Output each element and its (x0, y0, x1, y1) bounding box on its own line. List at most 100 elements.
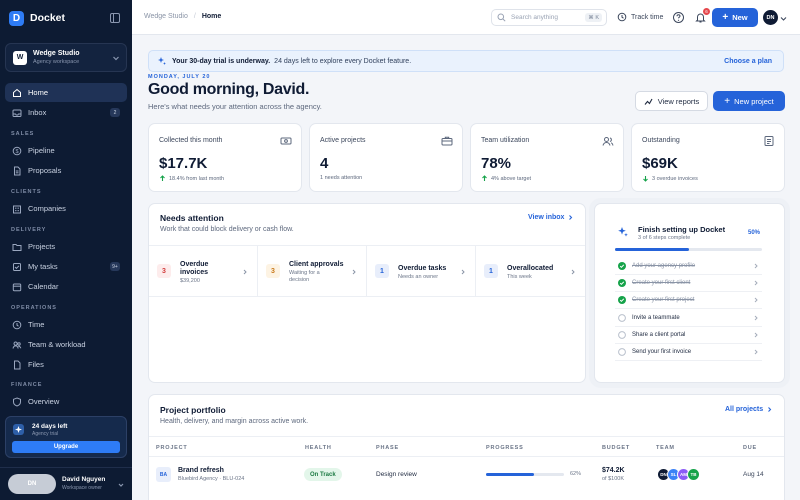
setup-step[interactable]: Invite a teammate (615, 310, 762, 327)
attention-count: 3 (157, 264, 171, 278)
chevron-right-icon (352, 269, 356, 275)
upgrade-button[interactable]: Upgrade (12, 441, 120, 453)
chevron-right-icon (569, 215, 573, 220)
inbox-count-badge: 2 (110, 108, 120, 117)
attention-detail: Needs an owner (398, 274, 439, 280)
sidebar-item-my-tasks[interactable]: My tasks 9+ (5, 257, 127, 276)
column-header-budget[interactable]: BUDGET (602, 445, 630, 451)
sidebar-item-overview[interactable]: Overview (5, 392, 127, 411)
kpi-note: 1 needs attention (320, 175, 362, 181)
choose-plan-link[interactable]: Choose a plan (724, 58, 772, 65)
setup-step-label: Create your first client (632, 280, 691, 287)
plus-icon: + (722, 12, 729, 23)
chevron-right-icon (753, 315, 759, 321)
avatar[interactable]: DN (763, 10, 778, 25)
new-project-button[interactable]: + New project (713, 91, 785, 111)
column-header-phase[interactable]: PHASE (376, 445, 399, 451)
attention-title: Overdue tasks (398, 265, 447, 272)
new-button-label: New (732, 13, 748, 22)
attention-item-client-approvals[interactable]: 3 Client approvals Waiting for a decisio… (258, 245, 367, 297)
all-projects-link[interactable]: All projects (725, 406, 773, 413)
arrow-up-icon (160, 175, 165, 181)
sidebar-item-label: Companies (28, 204, 66, 213)
sidebar-item-projects[interactable]: Projects (5, 237, 127, 256)
sidebar-item-label: Calendar (28, 282, 59, 291)
sidebar-item-inbox[interactable]: Inbox 2 (5, 103, 127, 122)
workspace-subtitle: Agency workspace (33, 59, 80, 65)
attention-item-overallocated[interactable]: 1 Overallocated This week (476, 245, 585, 297)
sidebar-item-home[interactable]: Home (5, 83, 127, 102)
column-header-due[interactable]: DUE (743, 445, 757, 451)
setup-title: Finish setting up Docket (638, 225, 726, 234)
shield-icon (13, 396, 21, 407)
setup-step[interactable]: Create your first project (615, 292, 762, 310)
check-circle-icon (618, 279, 626, 288)
view-reports-button[interactable]: View reports (635, 91, 708, 111)
chevron-right-icon (753, 297, 759, 303)
sidebar-item-label: Files (28, 360, 44, 369)
sidebar-item-pipeline[interactable]: $ Pipeline (5, 141, 127, 160)
setup-step[interactable]: Create your first client (615, 275, 762, 293)
workspace-name: Wedge Studio (33, 50, 80, 57)
chevron-down-icon[interactable] (780, 15, 787, 22)
project-name[interactable]: Brand refresh (178, 467, 224, 474)
breadcrumb-parent[interactable]: Wedge Studio (144, 13, 188, 20)
sidebar-item-label: Projects (28, 242, 56, 251)
kpi-card-utilization[interactable]: Team utilization 78% 4% above target (470, 123, 624, 192)
kpi-card-outstanding[interactable]: Outstanding $69K 3 overdue invoices (631, 123, 785, 192)
setup-step[interactable]: Send your first invoice (615, 344, 762, 361)
help-icon[interactable] (672, 11, 685, 24)
kpi-value: 4 (320, 155, 329, 172)
new-button[interactable]: + New (712, 8, 758, 27)
sidebar-item-companies[interactable]: Companies (5, 199, 127, 218)
kpi-card-collected[interactable]: Collected this month $17.7K 18.4% from l… (148, 123, 302, 192)
sparkle-icon (618, 227, 628, 237)
sidebar-item-team-workload[interactable]: Team & workload (5, 335, 127, 354)
calendar-icon (12, 283, 22, 291)
empty-circle-icon (618, 313, 626, 322)
view-inbox-link[interactable]: View inbox (528, 214, 574, 221)
table-row[interactable]: BA Brand refresh Bluebird Agency · BLU-0… (149, 456, 784, 492)
section-subtitle: Work that could block delivery or cash f… (160, 226, 294, 233)
workspace-switcher[interactable]: W Wedge Studio Agency workspace (5, 43, 127, 72)
track-time-button[interactable]: Track time (617, 12, 663, 22)
page-subtitle: Here's what needs your attention across … (148, 102, 322, 111)
attention-item-overdue-invoices[interactable]: 3 Overdue invoices $39,200 (149, 245, 258, 297)
brand[interactable]: D Docket (9, 10, 65, 26)
kpi-note-text: 18.4% from last month (169, 175, 225, 182)
section-label-clients: CLIENTS (11, 189, 42, 195)
column-header-project[interactable]: PROJECT (156, 445, 188, 451)
setup-step[interactable]: Add your agency profile (615, 258, 762, 275)
attention-count: 1 (375, 264, 389, 278)
section-label-delivery: DELIVERY (11, 227, 47, 233)
search-input[interactable]: Search anything ⌘ K (491, 9, 607, 26)
users-icon (602, 137, 614, 146)
setup-step-label: Send your first invoice (632, 349, 692, 355)
topbar: Wedge Studio / Home Search anything ⌘ K Tr… (132, 0, 800, 35)
sidebar-collapse-icon[interactable] (109, 12, 121, 24)
column-header-progress[interactable]: PROGRESS (486, 445, 524, 451)
project-progress-bar (486, 473, 564, 476)
attention-item-overdue-tasks[interactable]: 1 Overdue tasks Needs an owner (367, 245, 476, 297)
column-header-team[interactable]: TEAM (656, 445, 675, 451)
sidebar-item-calendar[interactable]: Calendar (5, 277, 127, 296)
setup-step-label: Invite a teammate (632, 314, 680, 321)
setup-step[interactable]: Share a client portal (615, 327, 762, 344)
column-header-health[interactable]: HEALTH (305, 445, 332, 451)
sidebar-item-files[interactable]: Files (5, 355, 127, 374)
user-menu[interactable]: DN David Nguyen Workspace owner (0, 467, 132, 500)
sidebar-item-time[interactable]: Time (5, 315, 127, 334)
section-label-operations: OPERATIONS (11, 305, 57, 311)
setup-step-label: Share a client portal (632, 331, 686, 338)
attention-title: Overdue (180, 261, 209, 268)
chevron-right-icon (243, 269, 247, 275)
chevron-right-icon (753, 332, 759, 338)
avatar[interactable]: TB (687, 468, 700, 481)
check-circle-icon (618, 262, 626, 270)
sidebar-item-proposals[interactable]: Proposals (5, 161, 127, 180)
avatar: DN (8, 474, 56, 494)
project-phase: Design review (376, 471, 417, 478)
kpi-note-text: 1 needs attention (320, 175, 363, 181)
kpi-card-active-projects[interactable]: Active projects 4 1 needs attention (309, 123, 463, 192)
document-icon (14, 166, 21, 175)
